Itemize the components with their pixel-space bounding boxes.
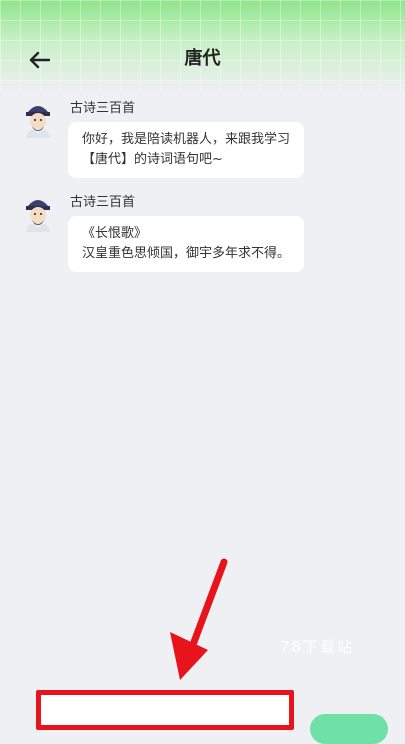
- message-line: 你好，我是陪读机器人，来跟我学习: [82, 132, 291, 147]
- message-line: 【唐代】的诗词语句吧~: [82, 152, 223, 167]
- scholar-avatar-icon: [20, 194, 56, 232]
- send-button[interactable]: [310, 714, 388, 744]
- header-bar: 唐代: [0, 0, 405, 92]
- message-input[interactable]: [36, 690, 294, 730]
- page-title: 唐代: [184, 48, 221, 69]
- watermark: 78下载站: [280, 638, 355, 656]
- message-line: 《长恨歌》: [82, 226, 148, 241]
- scholar-avatar-icon: [20, 100, 56, 138]
- red-arrow-annotation-icon: [170, 558, 228, 680]
- message-bubble: 《长恨歌》 汉皇重色思倾国，御宇多年求不得。: [68, 216, 305, 272]
- message-bubble: 你好，我是陪读机器人，来跟我学习 【唐代】的诗词语句吧~: [68, 122, 305, 178]
- message-line: 汉皇重色思倾国，御宇多年求不得。: [82, 246, 291, 261]
- sender-name: 古诗三百首: [70, 195, 136, 210]
- sender-name: 古诗三百首: [70, 101, 136, 116]
